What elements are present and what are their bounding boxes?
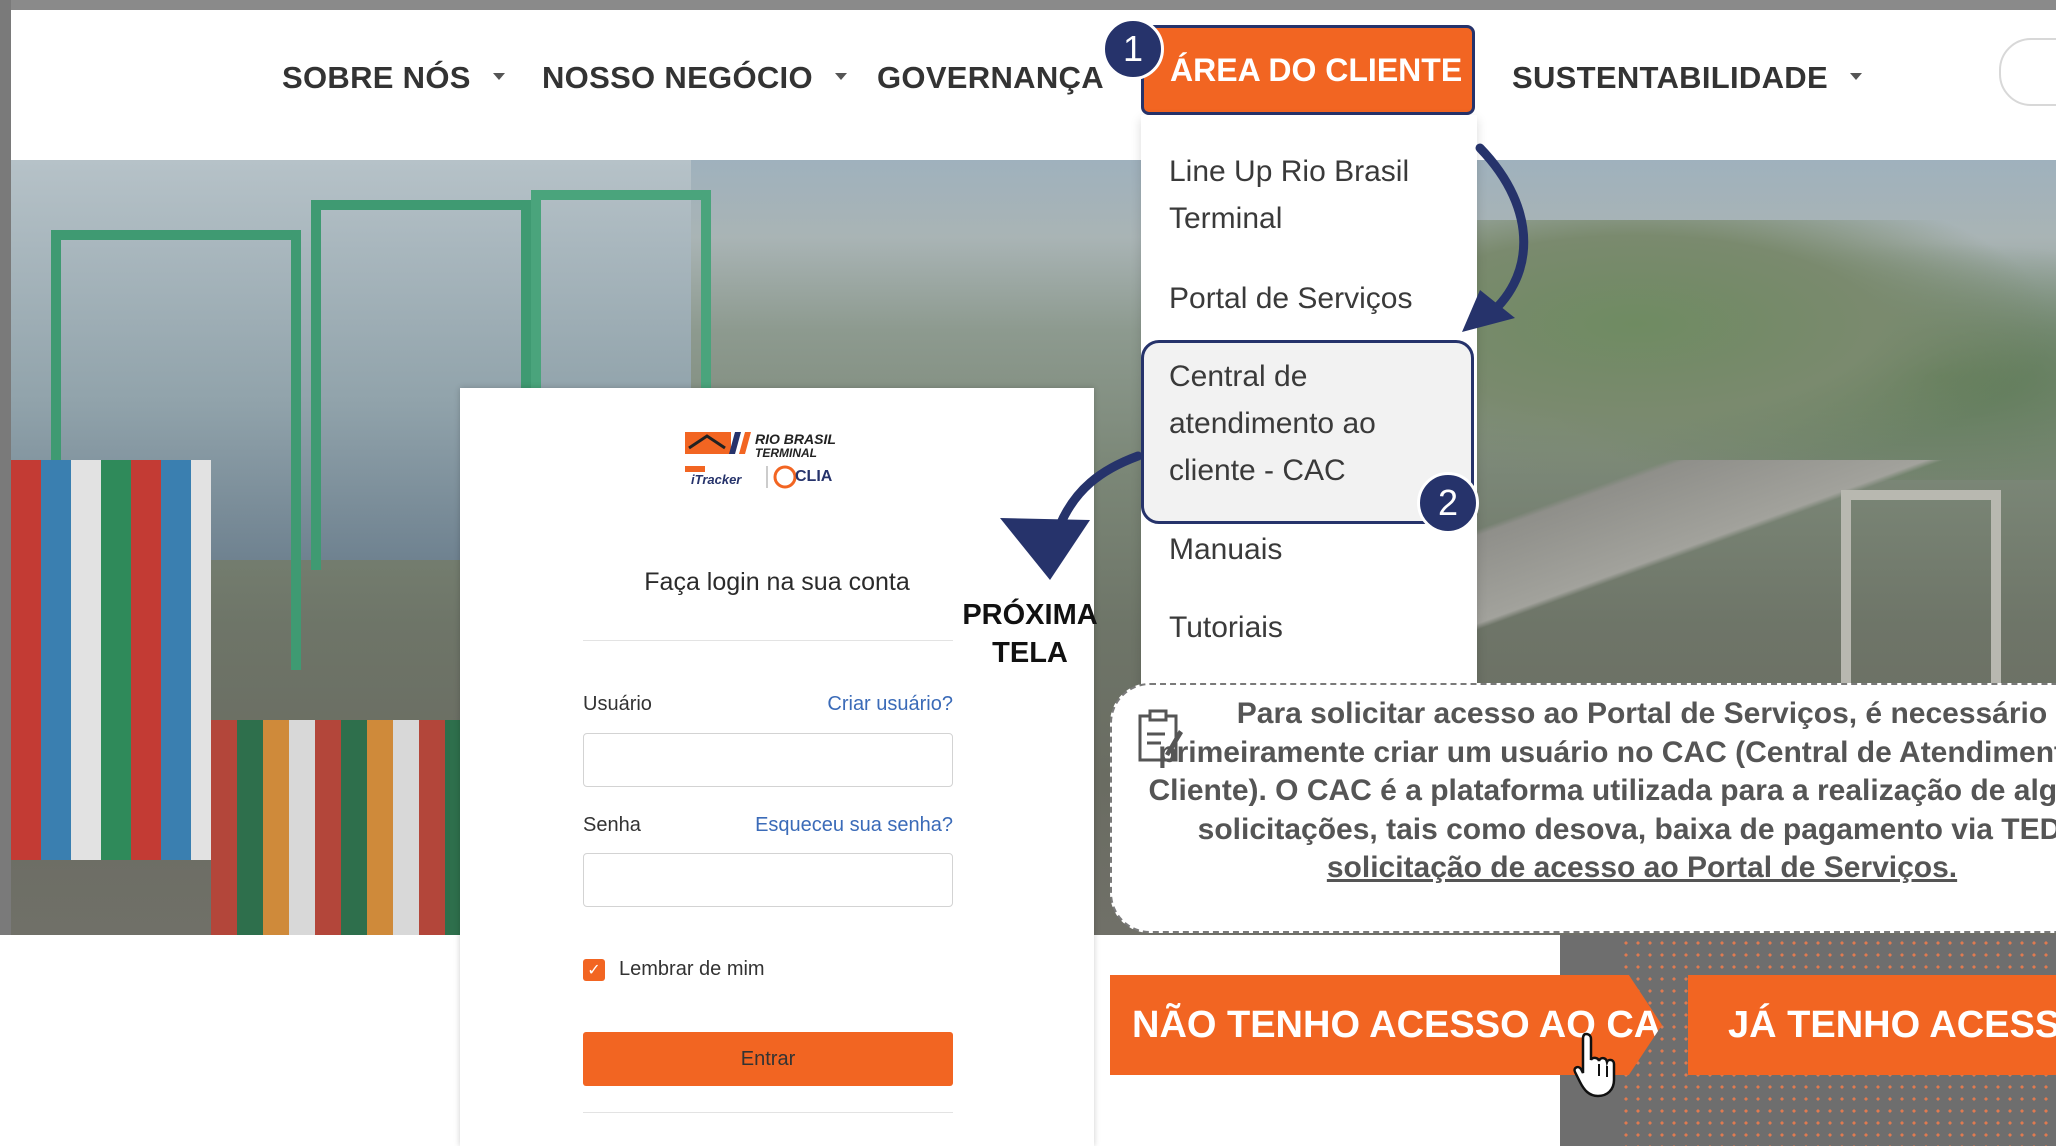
explanation-link: solicitação de acesso ao Portal de Servi…	[1326, 851, 1958, 884]
arrow-to-login	[1055, 451, 1143, 530]
arrow-to-cac	[1475, 143, 1529, 323]
explanation-text: Para solicitar acesso ao Portal de Servi…	[1142, 695, 2056, 888]
hand-pointer-cursor-icon	[1573, 1032, 1616, 1098]
explanation-note: Para solicitar acesso ao Portal de Servi…	[1110, 683, 2056, 933]
explanation-body: Para solicitar acesso ao Portal de Servi…	[1148, 697, 2056, 846]
arrow-head	[1000, 518, 1090, 580]
has-access-button[interactable]: JÁ TENHO ACESSO	[1688, 975, 2056, 1075]
